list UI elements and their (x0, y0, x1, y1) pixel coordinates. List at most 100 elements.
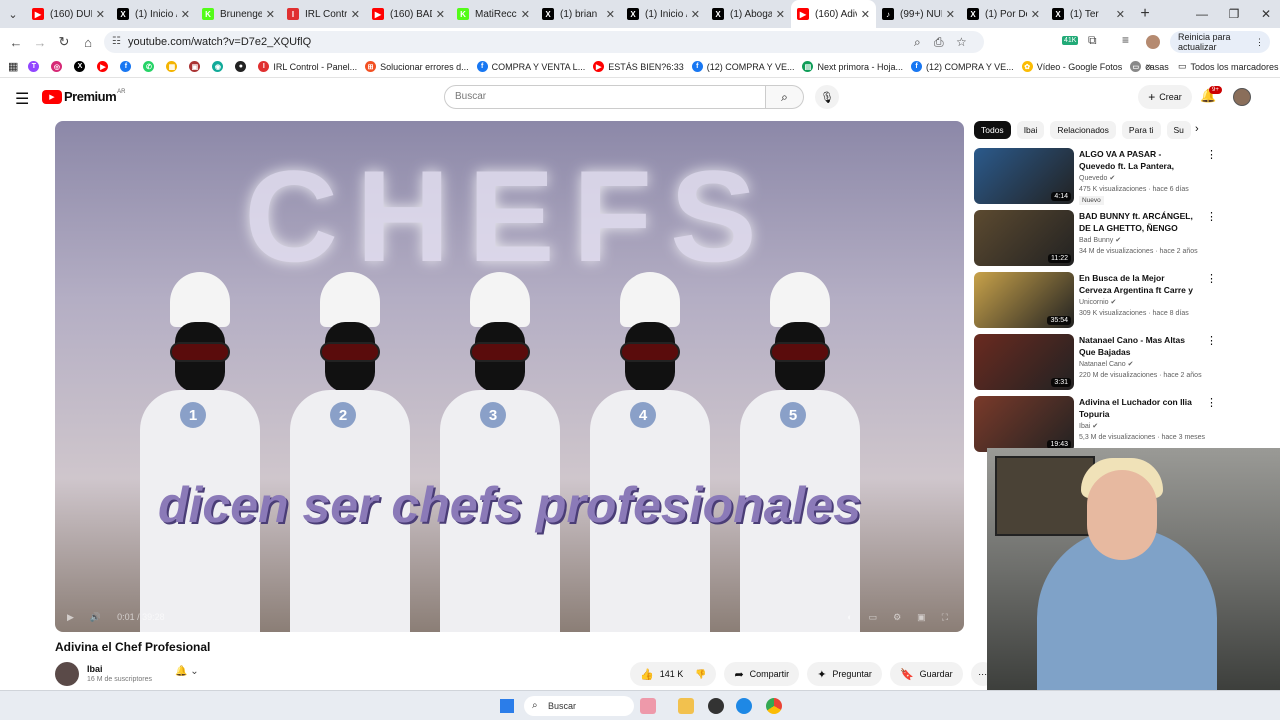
volume-icon[interactable]: 🔊 (90, 612, 101, 623)
back-icon[interactable]: ← (4, 35, 28, 50)
bookmark-item[interactable]: ▶ (97, 61, 112, 72)
bookmark-item[interactable]: ⊞ Solucionar errores d... (365, 61, 469, 72)
save-button[interactable]: 🔖 Guardar (889, 662, 963, 686)
rec-title[interactable]: Natanael Cano - Mas Altas Que Bajadas (1079, 334, 1199, 358)
file-explorer-icon[interactable] (678, 698, 694, 714)
close-tab-icon[interactable]: ✕ (266, 8, 275, 21)
close-tab-icon[interactable]: ✕ (691, 8, 700, 21)
bookmark-item[interactable]: ▤ Next primora - Hoja... (802, 61, 903, 72)
miniplayer-icon[interactable]: ▣ (917, 612, 926, 623)
bookmark-item[interactable]: ▣ (189, 61, 204, 72)
tab-item[interactable]: X (1) Inicio / ✕ (111, 0, 196, 28)
thumbs-down-icon[interactable]: 👎 (695, 669, 706, 680)
settings-icon[interactable]: ⚙ (893, 612, 901, 623)
tab-item[interactable]: X (1) Por De ✕ (961, 0, 1046, 28)
rec-channel[interactable]: Quevedo ✔ (1079, 174, 1115, 182)
new-tab-button[interactable]: + (1131, 5, 1159, 23)
menu-dots-icon[interactable]: ⋮ (1255, 37, 1264, 48)
tab-item[interactable]: I IRL Contro ✕ (281, 0, 366, 28)
youtube-premium-logo[interactable]: ▶ Premium AR (42, 89, 125, 104)
tab-search-chevron-icon[interactable]: ⌄ (0, 0, 26, 28)
more-options-icon[interactable]: ⋮ (1206, 148, 1217, 161)
recommended-video[interactable]: 11:22 BAD BUNNY ft. ARCÁNGEL, DE LA GHET… (974, 210, 1274, 268)
bookmark-item[interactable]: f (120, 61, 135, 72)
close-tab-icon[interactable]: ✕ (606, 8, 615, 21)
bookmark-star-icon[interactable]: ☆ (956, 35, 967, 49)
video-thumbnail[interactable]: 19:43 (974, 396, 1074, 452)
more-options-icon[interactable]: ⋮ (1206, 396, 1217, 409)
bookmark-item[interactable]: f (12) COMPRA Y VE... (691, 61, 794, 72)
more-bookmarks-icon[interactable]: » (1146, 61, 1152, 72)
close-tab-icon[interactable]: ✕ (1116, 8, 1125, 21)
recommended-video[interactable]: 3:31 Natanael Cano - Mas Altas Que Bajad… (974, 334, 1274, 392)
channel-name[interactable]: Ibai (87, 664, 103, 674)
url-bar[interactable]: ☷ youtube.com/watch?v=D7e2_XQUflQ ⌕ ⎙ ☆ (104, 31, 984, 53)
windows-start-icon[interactable] (500, 699, 514, 713)
fullscreen-icon[interactable]: ⛶ (942, 612, 948, 623)
video-thumbnail[interactable]: 11:22 (974, 210, 1074, 266)
tab-item[interactable]: ▶ (160) DUK ✕ (26, 0, 111, 28)
recommended-video[interactable]: 35:54 En Busca de la Mejor Cerveza Argen… (974, 272, 1274, 330)
home-icon[interactable]: ⌂ (76, 35, 100, 50)
edge-icon[interactable] (736, 698, 752, 714)
zoom-icon[interactable]: ⌕ (914, 35, 921, 50)
taskbar-search[interactable]: ⌕ Buscar (524, 696, 634, 716)
close-tab-icon[interactable]: ✕ (946, 8, 955, 21)
share-button[interactable]: ➦ Compartir (724, 662, 800, 686)
channel-avatar[interactable] (55, 662, 79, 686)
recommended-video[interactable]: 4:14 ALGO VA A PASAR - Quevedo ft. La Pa… (974, 148, 1274, 206)
apps-grid-icon[interactable]: ▦ (8, 60, 18, 73)
tab-item[interactable]: ♪ (99+) NUN ✕ (876, 0, 961, 28)
bookmark-item[interactable]: ▶ ESTÁS BIEN?6:33 (593, 61, 684, 72)
video-thumbnail[interactable]: 4:14 (974, 148, 1074, 204)
tab-item[interactable]: X (1) Abogac ✕ (706, 0, 791, 28)
minimize-icon[interactable]: — (1186, 0, 1218, 28)
extensions-icon[interactable]: ⧉ (1088, 33, 1097, 48)
close-tab-icon[interactable]: ✕ (351, 8, 360, 21)
filter-chip[interactable]: Todos (974, 121, 1011, 139)
tab-item[interactable]: ▶ (160) Adiv ✕ (791, 0, 876, 28)
bookmark-item[interactable]: ✆ (143, 61, 158, 72)
bookmark-item[interactable]: I IRL Control - Panel... (258, 61, 357, 72)
extension-badge[interactable]: 41K (1062, 36, 1079, 45)
subtitles-icon[interactable]: ▭ (869, 612, 878, 623)
bookmark-item[interactable]: T (28, 61, 43, 72)
relaunch-button[interactable]: Reinicia para actualizar ⋮ (1170, 31, 1270, 53)
bookmark-item[interactable]: ● (235, 61, 250, 72)
reload-icon[interactable]: ↻ (52, 34, 76, 50)
filter-chip[interactable]: Su (1166, 121, 1191, 139)
filter-chip[interactable]: Ibai (1016, 121, 1045, 139)
close-tab-icon[interactable]: ✕ (181, 8, 190, 21)
account-avatar[interactable] (1233, 88, 1251, 106)
rec-channel[interactable]: Bad Bunny ✔ (1079, 236, 1121, 244)
filter-chip[interactable]: Para ti (1121, 121, 1161, 139)
close-tab-icon[interactable]: ✕ (1031, 8, 1040, 21)
tab-item[interactable]: ▶ (160) BAD ✕ (366, 0, 451, 28)
rec-title[interactable]: BAD BUNNY ft. ARCÁNGEL, DE LA GHETTO, ÑE… (1079, 210, 1199, 234)
tab-item[interactable]: X (1) brian ✕ (536, 0, 621, 28)
bookmark-item[interactable]: f COMPRA Y VENTA L... (476, 61, 585, 72)
like-button[interactable]: 👍 141 K 👎 (630, 662, 717, 686)
chrome-icon[interactable] (766, 698, 782, 714)
more-options-icon[interactable]: ⋮ (1206, 272, 1217, 285)
bookmark-item[interactable]: f (12) COMPRA Y VE... (910, 61, 1014, 72)
close-tab-icon[interactable]: ✕ (96, 8, 105, 21)
more-options-icon[interactable]: ⋮ (1206, 334, 1217, 347)
voice-search-icon[interactable]: 🎙 (815, 85, 839, 109)
maximize-icon[interactable]: ❐ (1218, 0, 1250, 28)
close-tab-icon[interactable]: ✕ (861, 8, 870, 21)
close-tab-icon[interactable]: ✕ (776, 8, 785, 21)
widgets-icon[interactable] (640, 698, 656, 714)
autoplay-toggle[interactable]: ◐ (847, 612, 852, 622)
tab-item[interactable]: X (1) Inicio / ✕ (621, 0, 706, 28)
recommended-video[interactable]: 19:43 Adivina el Luchador con Ilia Topur… (974, 396, 1274, 454)
bookmark-item[interactable]: ▦ (166, 61, 181, 72)
play-icon[interactable]: ▶ (67, 612, 74, 623)
chips-next-icon[interactable]: › (1195, 123, 1199, 135)
tab-item[interactable]: K Brunenger ✕ (196, 0, 281, 28)
search-input[interactable]: Buscar (444, 85, 766, 109)
rec-title[interactable]: ALGO VA A PASAR - Quevedo ft. La Pantera… (1079, 148, 1199, 172)
search-button[interactable]: ⌕ (766, 85, 804, 109)
all-bookmarks[interactable]: ▭ Todos los marcadores (1178, 61, 1279, 72)
close-window-icon[interactable]: ✕ (1250, 0, 1280, 28)
